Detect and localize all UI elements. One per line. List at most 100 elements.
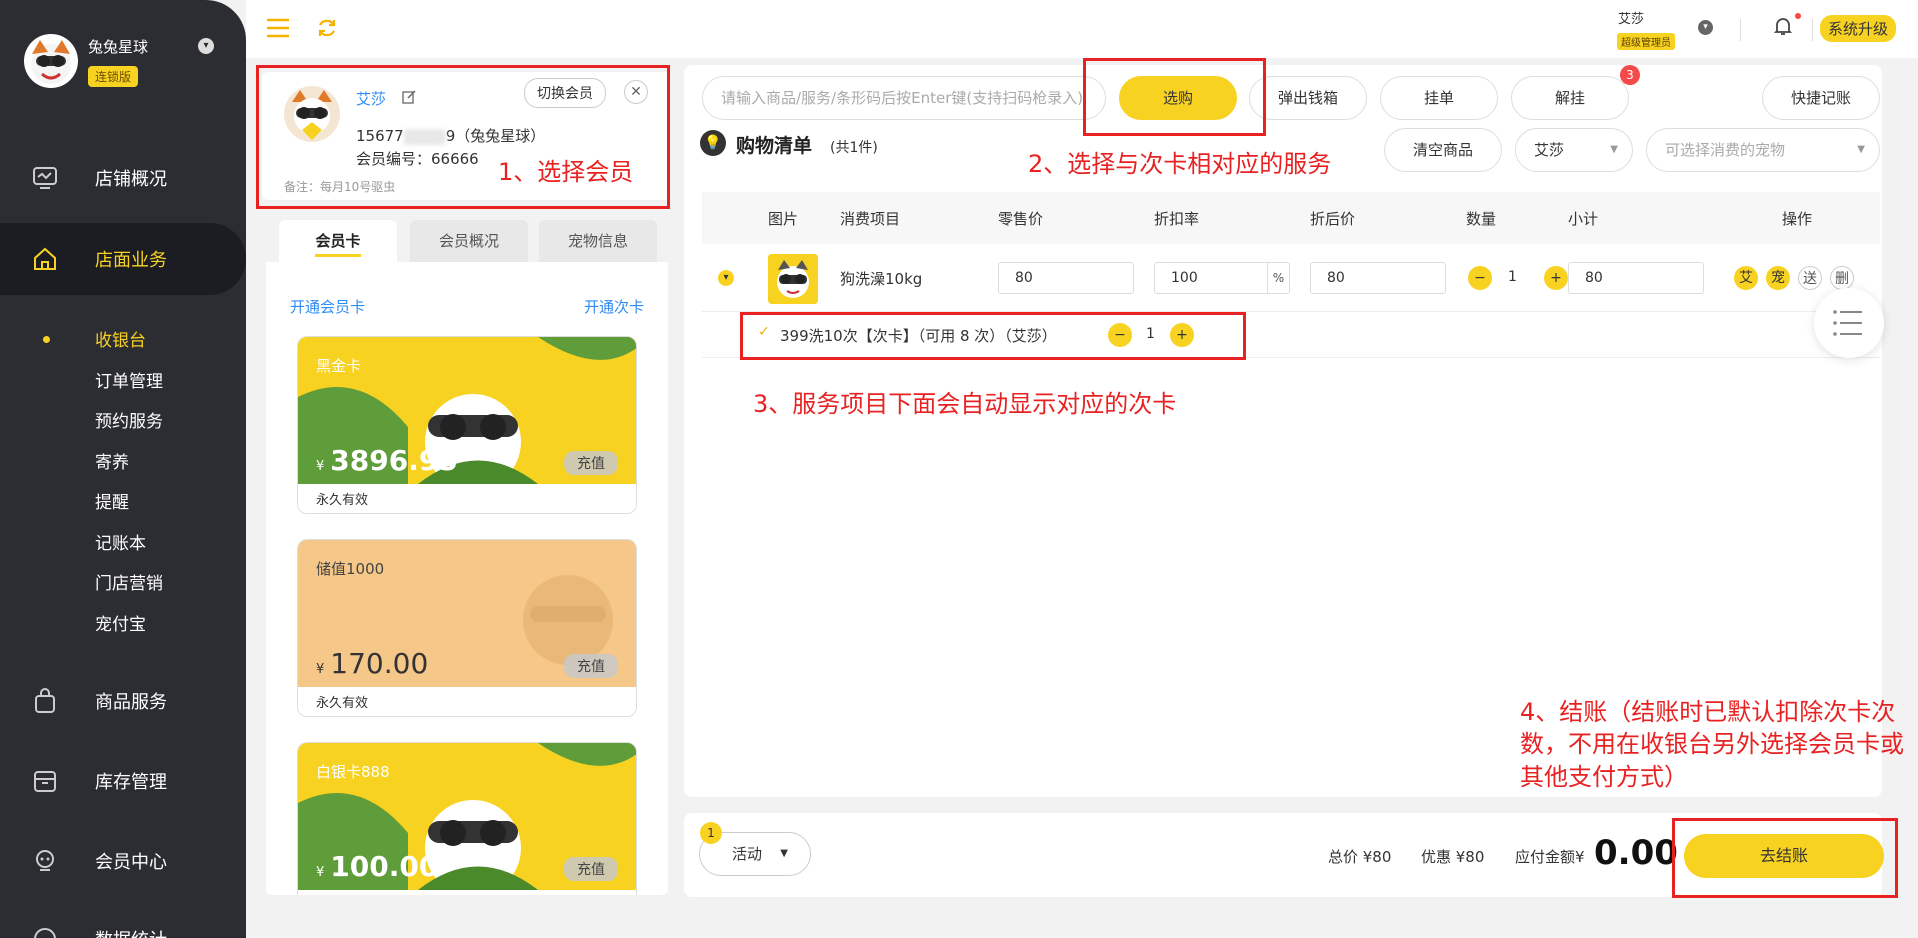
sub-item-boarding[interactable]: 寄养 (95, 448, 129, 473)
nav-label: 店铺概况 (95, 169, 167, 190)
chevron-down-icon[interactable]: ▾ (718, 270, 734, 286)
annotation-step-2: 2、选择与次卡相对应的服务 (1028, 150, 1332, 178)
discount-amount: 优惠 ¥80 (1421, 848, 1485, 866)
active-dot (43, 336, 50, 343)
table-row: ▾ 狗洗澡10kg 80 100% 80 − 1 + 80 艾 宠 送 删 (702, 244, 1880, 312)
col-discount: 折扣率 (1154, 210, 1200, 228)
currency-symbol: ¥ (316, 865, 325, 880)
quick-account-button[interactable]: 快捷记账 (1762, 76, 1880, 120)
chevron-down-icon[interactable]: ▾ (198, 38, 214, 54)
sidebar: 兔兔星球 连锁版 ▾ 店铺概况 店面业务 收银台 订单管理 预约服务 寄养 提醒… (0, 0, 246, 938)
unhang-order-button[interactable]: 解挂 (1511, 76, 1629, 120)
store-switcher[interactable]: 兔兔星球 连锁版 ▾ (24, 34, 239, 94)
sub-item-cashier[interactable]: 收银台 (95, 326, 146, 351)
sub-item-appointments[interactable]: 预约服务 (95, 407, 163, 432)
activity-count-badge: 1 (700, 822, 722, 844)
list-menu-button[interactable] (1814, 288, 1884, 358)
delete-button[interactable]: 删 (1830, 266, 1854, 290)
discount-input[interactable]: 100% (1154, 262, 1290, 294)
card-balance: ¥3896.95 (316, 444, 458, 477)
caret-down-icon: ▼ (780, 848, 788, 859)
table-header: 图片 消费项目 零售价 折扣率 折后价 数量 小计 操作 (702, 192, 1880, 244)
home-icon (34, 247, 56, 270)
minus-button[interactable]: − (1468, 266, 1492, 290)
tab-label: 宠物信息 (567, 232, 628, 250)
currency-symbol: ¥ (316, 459, 325, 474)
divider (1740, 19, 1741, 41)
nav-goods-services[interactable]: 商品服务 (0, 665, 246, 737)
pet-placeholder: 可选择消费的宠物 (1665, 141, 1786, 159)
tab-label: 会员概况 (438, 232, 499, 250)
assign-pet-button[interactable]: 宠 (1766, 266, 1790, 290)
nav-store-overview[interactable]: 店铺概况 (0, 142, 246, 214)
member-icon (36, 850, 54, 871)
staff-select[interactable]: 艾莎 ▼ (1515, 128, 1633, 172)
sub-item-petpay[interactable]: 宠付宝 (95, 610, 146, 635)
card-validity: 永久有效 (316, 696, 369, 711)
plus-button[interactable]: + (1544, 266, 1568, 290)
open-count-card-link[interactable]: 开通次卡 (584, 296, 644, 317)
sub-item-marketing[interactable]: 门店营销 (95, 569, 163, 594)
clear-cart-button[interactable]: 清空商品 (1384, 128, 1502, 172)
chevron-down-icon[interactable]: ▾ (1698, 20, 1713, 35)
tab-pet-info[interactable]: 宠物信息 (539, 220, 657, 262)
open-cash-drawer-button[interactable]: 弹出钱箱 (1249, 76, 1367, 120)
list-icon (1833, 310, 1862, 336)
member-card-item[interactable]: 储值1000 ¥170.00 充值 永久有效 (297, 539, 637, 717)
annotation-step-4: 4、结账（结账时已默认扣除次卡次数，不用在收银台另外选择会员卡或其他支付方式） (1520, 698, 1904, 791)
qty-value: 1 (1508, 269, 1517, 285)
recharge-button[interactable]: 充值 (564, 654, 618, 678)
caret-down-icon: ▼ (1610, 144, 1618, 155)
col-after-price: 折后价 (1310, 210, 1356, 228)
card-name: 黑金卡 (316, 357, 362, 375)
annotation-box-checkout (1672, 818, 1898, 898)
subtotal-input[interactable]: 80 (1568, 262, 1704, 294)
nav-statistics[interactable]: 数据统计 (0, 903, 246, 938)
search-input[interactable]: 请输入商品/服务/条形码后按Enter键(支持扫码枪录入) (702, 76, 1106, 120)
gift-button[interactable]: 送 (1798, 266, 1822, 290)
monitor-icon (33, 167, 57, 189)
col-qty: 数量 (1466, 210, 1497, 228)
annotation-step-3: 3、服务项目下面会自动显示对应的次卡 (753, 390, 1177, 418)
annotation-box-select (1083, 58, 1266, 136)
unhang-count-badge: 3 (1620, 65, 1640, 85)
assign-staff-button[interactable]: 艾 (1734, 266, 1758, 290)
annotation-box-count-card (740, 312, 1246, 360)
cart-count: (共1件) (830, 140, 878, 156)
recharge-button[interactable]: 充值 (564, 857, 618, 881)
sub-item-reminders[interactable]: 提醒 (95, 488, 129, 513)
sub-item-orders[interactable]: 订单管理 (95, 367, 163, 392)
member-card-item[interactable]: 黑金卡 ¥3896.95 充值 永久有效 (297, 336, 637, 514)
tab-member-card[interactable]: 会员卡 (279, 220, 397, 262)
currency-symbol: ¥ (316, 662, 325, 677)
after-price-input[interactable]: 80 (1310, 262, 1446, 294)
edition-badge: 连锁版 (88, 66, 139, 87)
top-bar: 艾莎 超级管理员 ▾ 系统升级 (246, 0, 1918, 58)
nav-label: 库存管理 (95, 772, 167, 793)
user-name[interactable]: 艾莎 (1618, 8, 1644, 27)
tab-member-overview[interactable]: 会员概况 (410, 220, 528, 262)
discount-value: 100 (1171, 270, 1198, 286)
product-name: 狗洗澡10kg (840, 270, 923, 288)
nav-store-business[interactable]: 店面业务 (0, 223, 246, 295)
box-icon (34, 771, 56, 792)
caret-down-icon: ▼ (1857, 144, 1865, 155)
pet-select[interactable]: 可选择消费的宠物 ▼ (1646, 128, 1880, 172)
bell-icon[interactable] (1774, 16, 1792, 36)
hang-order-button[interactable]: 挂单 (1380, 76, 1498, 120)
menu-icon[interactable] (266, 18, 290, 38)
payable-amount: 0.00 (1594, 833, 1678, 873)
lightbulb-icon: 💡 (700, 130, 726, 156)
chart-icon (34, 928, 56, 938)
open-member-card-link[interactable]: 开通会员卡 (290, 296, 365, 317)
upgrade-button[interactable]: 系统升级 (1820, 15, 1897, 42)
retail-price-input[interactable]: 80 (998, 262, 1134, 294)
member-card-item[interactable]: 白银卡888 ¥100.00 充值 (297, 742, 637, 895)
card-amount: 100.00 (330, 850, 439, 883)
notification-dot (1795, 13, 1801, 19)
refresh-icon[interactable] (316, 17, 338, 39)
nav-inventory[interactable]: 库存管理 (0, 745, 246, 817)
recharge-button[interactable]: 充值 (564, 451, 618, 475)
sub-item-ledger[interactable]: 记账本 (95, 529, 146, 554)
nav-member-center[interactable]: 会员中心 (0, 825, 246, 897)
